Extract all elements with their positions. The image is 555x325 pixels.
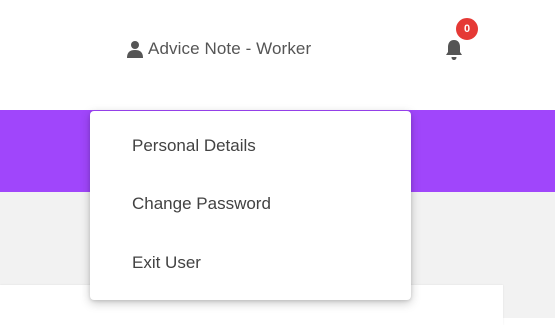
notifications-button[interactable]: 0 (444, 17, 479, 63)
notification-count-badge: 0 (455, 17, 479, 41)
user-icon (126, 40, 144, 58)
menu-item-change-password[interactable]: Change Password (132, 190, 271, 218)
user-menu-label: Advice Note - Worker (148, 39, 312, 58)
top-bar: Advice Note - Worker 0 (0, 0, 555, 105)
user-menu-button[interactable]: Advice Note - Worker (126, 36, 311, 62)
menu-item-exit-user[interactable]: Exit User (132, 249, 201, 277)
menu-item-personal-details[interactable]: Personal Details (132, 132, 256, 160)
bell-icon (444, 39, 464, 61)
user-dropdown-menu: Personal Details Change Password Exit Us… (90, 111, 411, 300)
